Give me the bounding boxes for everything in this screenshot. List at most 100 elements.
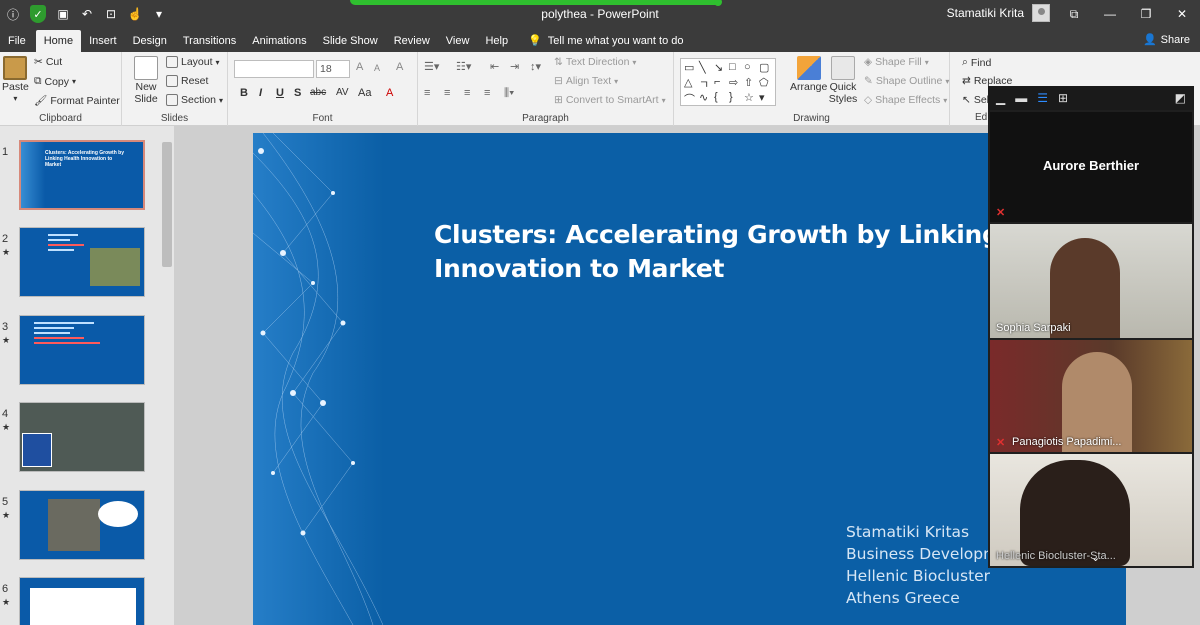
save-icon[interactable]: ▣ <box>56 7 70 21</box>
tab-view[interactable]: View <box>438 30 478 52</box>
ribbon-display-icon[interactable]: ⧉ <box>1056 0 1092 28</box>
minimize-icon[interactable]: — <box>1092 0 1128 28</box>
font-size-field[interactable]: 18 <box>316 60 350 78</box>
more-shapes-icon[interactable]: ▾ <box>759 91 765 104</box>
tab-help[interactable]: Help <box>477 30 516 52</box>
font-family-field[interactable] <box>234 60 314 78</box>
char-spacing-icon[interactable]: AV <box>336 87 349 98</box>
align-right-icon[interactable]: ≡ <box>464 87 470 99</box>
shape-effects-button[interactable]: ◇ Shape Effects ▾ <box>864 94 947 106</box>
shadow-icon[interactable]: S <box>294 87 301 99</box>
gallery-view-icon[interactable]: ⊞ <box>1058 91 1068 105</box>
tab-insert[interactable]: Insert <box>81 30 125 52</box>
clear-format-icon[interactable]: A <box>396 61 403 73</box>
security-shield-icon[interactable]: ✓ <box>30 5 46 23</box>
grow-font-icon[interactable]: A <box>356 61 363 73</box>
slide-thumbnail[interactable] <box>19 402 145 472</box>
change-case-icon[interactable]: Aa <box>358 87 371 99</box>
tab-design[interactable]: Design <box>125 30 175 52</box>
find-button[interactable]: ⌕ Find <box>962 56 991 69</box>
chevron-down-icon[interactable]: ⌄ <box>1091 551 1100 564</box>
participant-tile[interactable]: Aurore Berthier ✕ <box>990 112 1192 222</box>
convert-smartart-button[interactable]: ⊞ Convert to SmartArt ▾ <box>554 94 666 106</box>
slide-thumbnail[interactable] <box>19 490 145 560</box>
align-center-icon[interactable]: ≡ <box>444 87 450 99</box>
shape-outline-button[interactable]: ✎ Shape Outline ▾ <box>864 75 949 87</box>
oval-shape-icon[interactable]: ○ <box>744 61 751 73</box>
reset-button[interactable]: Reset <box>166 75 208 87</box>
line-spacing-icon[interactable]: ↕▾ <box>530 60 541 73</box>
thumbnail-view-icon[interactable]: ▬ <box>1015 91 1027 105</box>
undo-icon[interactable]: ↶ <box>80 7 94 21</box>
star-shape-icon[interactable]: ☆ <box>744 91 754 104</box>
expand-panel-icon[interactable]: ◩ <box>1175 91 1186 105</box>
up-arrow-shape-icon[interactable]: ⇧ <box>744 76 753 89</box>
elbow-shape-icon[interactable]: ㄱ <box>699 76 709 92</box>
arrange-button[interactable]: Arrange <box>790 56 827 93</box>
thumbnail-row-1[interactable]: 1 Clusters: Accelerating Growth by Linki… <box>0 136 165 210</box>
align-left-icon[interactable]: ≡ <box>424 87 430 99</box>
paste-button[interactable]: Paste ▾ <box>2 56 29 103</box>
restore-icon[interactable]: ❐ <box>1128 0 1164 28</box>
increase-indent-icon[interactable]: ⇥ <box>510 60 519 73</box>
triangle-shape-icon[interactable]: △ <box>684 76 692 89</box>
tab-transitions[interactable]: Transitions <box>175 30 244 52</box>
participant-tile[interactable]: Hellenic Biocluster-Sta... ⌄ <box>990 454 1192 566</box>
corner-shape-icon[interactable]: ⌐ <box>714 76 720 88</box>
slide-thumbnail[interactable] <box>19 315 145 385</box>
new-slide-button[interactable]: New Slide <box>128 56 164 105</box>
avatar[interactable] <box>1032 4 1050 22</box>
shape-fill-button[interactable]: ◈ Shape Fill ▾ <box>864 56 929 68</box>
pentagon-shape-icon[interactable]: ⬠ <box>759 76 769 89</box>
slide-thumbnail[interactable]: Clusters: Accelerating Growth by Linking… <box>19 140 145 210</box>
thumbnails-scrollbar[interactable] <box>162 142 172 267</box>
thumbnail-row-2[interactable]: 2 ★ <box>0 223 165 297</box>
thumbnail-row-3[interactable]: 3 ★ <box>0 311 165 385</box>
account-area[interactable]: Stamatiki Krita <box>947 4 1050 22</box>
participant-tile[interactable]: ✕ Panagiotis Papadimi... <box>990 340 1192 452</box>
columns-icon[interactable]: ⫼▾ <box>504 87 514 100</box>
section-button[interactable]: Section ▾ <box>166 94 223 106</box>
strip-view-icon[interactable]: ☰ <box>1037 91 1048 105</box>
close-icon[interactable]: ✕ <box>1164 0 1200 28</box>
tab-file[interactable]: File <box>0 30 34 52</box>
select-button[interactable]: ↖ Sel <box>962 94 989 106</box>
slide-subtitle[interactable]: Stamatiki Kritas Business Developm Helle… <box>846 521 998 609</box>
underline-icon[interactable]: U <box>276 87 284 99</box>
cut-button[interactable]: ✂ Cut <box>34 56 62 68</box>
arrow-line-shape-icon[interactable]: ↘ <box>714 61 723 74</box>
slide-thumbnail[interactable] <box>19 577 145 625</box>
right-arrow-shape-icon[interactable]: ⇨ <box>729 76 738 89</box>
layout-button[interactable]: Layout ▾ <box>166 56 220 68</box>
minimize-panel-icon[interactable]: ▁ <box>996 91 1005 105</box>
participant-tile[interactable]: Sophia Sarpaki <box>990 224 1192 338</box>
shrink-font-icon[interactable]: A <box>374 63 380 73</box>
tab-home[interactable]: Home <box>35 30 82 52</box>
quick-styles-button[interactable]: Quick Styles <box>826 56 860 105</box>
share-button[interactable]: 👤 Share <box>1143 33 1190 47</box>
thumbnail-row-6[interactable]: 6 ★ <box>0 573 165 625</box>
copy-button[interactable]: ⧉ Copy ▾ <box>34 75 76 88</box>
brace-right-shape-icon[interactable]: } <box>729 91 733 103</box>
info-icon[interactable]: ⓘ <box>6 7 20 22</box>
align-text-button[interactable]: ⊟ Align Text ▾ <box>554 75 618 87</box>
thumbnail-row-4[interactable]: 4 ★ <box>0 398 165 472</box>
rounded-rect-shape-icon[interactable]: ▢ <box>759 61 769 74</box>
bullets-icon[interactable]: ☰▾ <box>424 60 439 73</box>
strikethrough-icon[interactable]: abc <box>310 87 326 98</box>
italic-icon[interactable]: I <box>259 87 262 99</box>
line-shape-icon[interactable]: ╲ <box>699 61 706 74</box>
text-direction-button[interactable]: ⇅ Text Direction ▾ <box>554 56 636 68</box>
present-icon[interactable]: ⊡ <box>104 7 118 21</box>
tab-review[interactable]: Review <box>386 30 438 52</box>
rectangle-shape-icon[interactable]: □ <box>729 61 736 73</box>
slide-thumbnail[interactable] <box>19 227 145 297</box>
tell-me-search[interactable]: 💡 Tell me what you want to do <box>528 30 683 52</box>
curve-shape-icon[interactable]: ⌒ <box>684 91 695 107</box>
shapes-gallery[interactable]: ▭ ╲ ↘ □ ○ ▢ △ ㄱ ⌐ ⇨ ⇧ ⬠ ⌒ ∿ { } ☆ ▾ <box>680 58 776 106</box>
bold-icon[interactable]: B <box>240 87 248 99</box>
brace-left-shape-icon[interactable]: { <box>714 91 718 103</box>
text-box-shape-icon[interactable]: ▭ <box>684 61 694 74</box>
justify-icon[interactable]: ≡ <box>484 87 490 99</box>
touch-mode-icon[interactable]: ☝ <box>128 7 143 21</box>
